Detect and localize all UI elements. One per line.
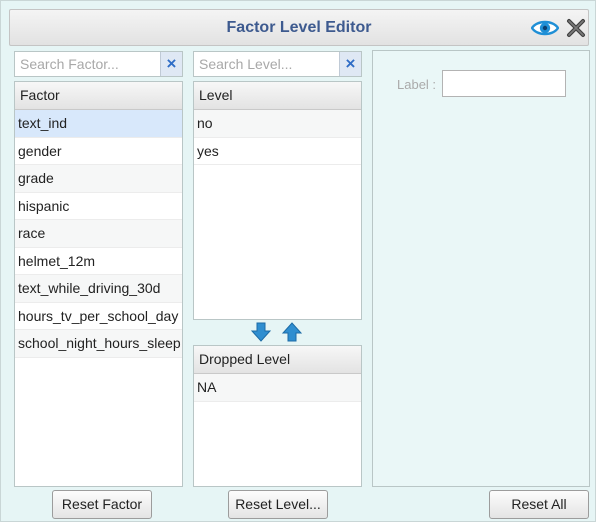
factor-list-item[interactable]: gender [15, 138, 182, 165]
title-bar[interactable]: Factor Level Editor [9, 9, 589, 46]
level-search-clear-button[interactable]: × [339, 52, 361, 76]
factor-search-box: × [14, 51, 183, 77]
dialog-title: Factor Level Editor [226, 19, 372, 36]
level-list-header[interactable]: Level [194, 82, 361, 110]
factor-level-editor-dialog: Factor Level Editor × Factor text_indgen… [0, 0, 596, 522]
level-list-rows: no yes [194, 110, 361, 165]
factor-list-rows: text_ind gender grade hispanic race helmet_12… [15, 110, 182, 358]
dropped-level-item[interactable]: NA [194, 374, 361, 402]
level-detail-panel: Label : [372, 50, 590, 487]
factor-list-item[interactable]: race [15, 220, 182, 248]
level-search-box: × [193, 51, 362, 77]
move-arrows [250, 321, 306, 343]
arrow-up-icon[interactable] [281, 321, 303, 343]
dropped-level-header[interactable]: Dropped Level [194, 346, 361, 374]
factor-list: Factor text_ind gender grade hispanic race he… [14, 81, 183, 487]
factor-list-item[interactable]: hours_tv_per_school_day [15, 303, 182, 330]
factor-list-header[interactable]: Factor [15, 82, 182, 110]
factor-list-item[interactable]: text_while_driving_30d [15, 275, 182, 303]
dropped-level-list: Dropped Level NA [193, 345, 362, 487]
factor-list-item[interactable]: helmet_12m [15, 248, 182, 275]
label-input[interactable] [442, 70, 566, 97]
factor-search-input[interactable] [15, 52, 159, 76]
factor-list-item[interactable]: school_night_hours_sleep [15, 330, 182, 358]
factor-search-clear-button[interactable]: × [160, 52, 182, 76]
reset-factor-button[interactable]: Reset Factor [52, 490, 152, 519]
factor-list-item[interactable]: hispanic [15, 193, 182, 220]
level-search-input[interactable] [194, 52, 338, 76]
factor-list-item[interactable]: text_ind [15, 110, 182, 138]
eye-icon[interactable] [530, 17, 560, 39]
arrow-down-icon[interactable] [250, 321, 272, 343]
factor-list-item[interactable]: grade [15, 165, 182, 193]
reset-all-button[interactable]: Reset All [489, 490, 589, 519]
level-list-item[interactable]: yes [194, 138, 361, 165]
close-icon[interactable] [565, 17, 587, 39]
reset-level-button[interactable]: Reset Level... [228, 490, 328, 519]
level-list-item[interactable]: no [194, 110, 361, 138]
level-list: Level no yes [193, 81, 362, 320]
dropped-level-rows: NA [194, 374, 361, 402]
label-caption: Label : [397, 77, 437, 92]
